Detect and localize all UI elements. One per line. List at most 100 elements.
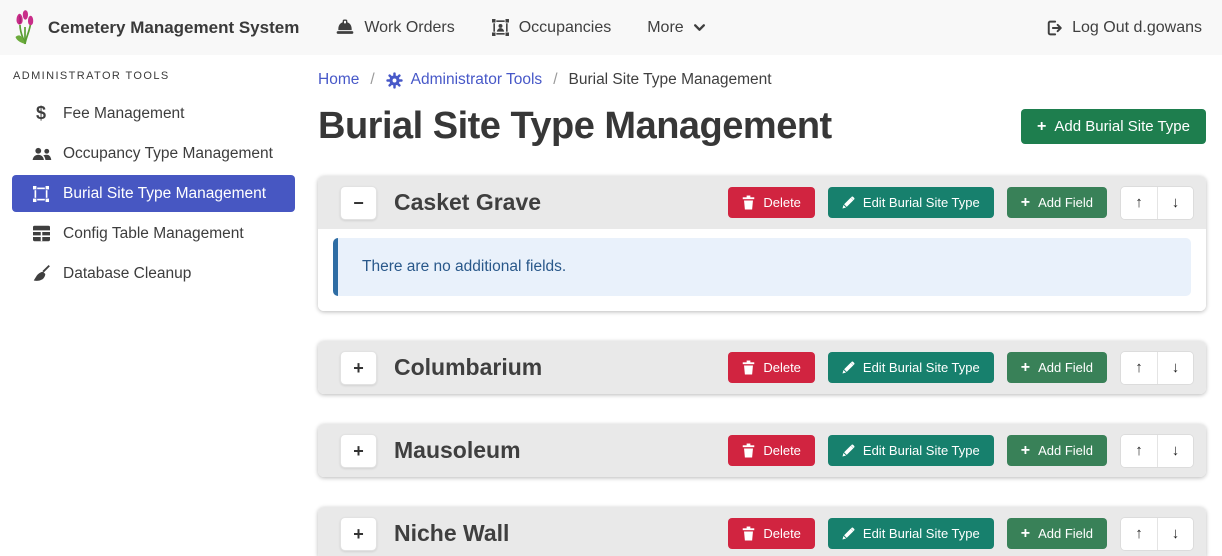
move-up-button[interactable]: ↑ xyxy=(1121,435,1157,467)
sidebar-item-config-table-management[interactable]: Config Table Management xyxy=(12,215,295,252)
breadcrumb-home-link[interactable]: Home xyxy=(318,71,359,89)
plus-icon: + xyxy=(1021,197,1030,208)
vector-square-icon xyxy=(29,185,53,203)
people-icon xyxy=(29,146,53,162)
panel-header: − Casket Grave Delete xyxy=(318,176,1206,229)
add-field-button[interactable]: + Add Field xyxy=(1007,352,1107,383)
add-field-button[interactable]: + Add Field xyxy=(1007,187,1107,218)
sidebar-item-label: Config Table Management xyxy=(63,225,244,243)
edit-label: Edit Burial Site Type xyxy=(863,526,980,541)
breadcrumb-admin-tools-label: Administrator Tools xyxy=(411,71,543,89)
plus-icon: + xyxy=(1021,445,1030,456)
table-icon xyxy=(29,225,53,242)
plus-icon: + xyxy=(1037,121,1046,132)
edit-burial-site-type-button[interactable]: Edit Burial Site Type xyxy=(828,352,994,383)
move-up-button[interactable]: ↑ xyxy=(1121,187,1157,219)
edit-burial-site-type-button[interactable]: Edit Burial Site Type xyxy=(828,187,994,218)
sidebar-item-label: Burial Site Type Management xyxy=(63,185,266,203)
nav-more-label: More xyxy=(647,19,683,37)
chevron-down-icon xyxy=(693,21,706,34)
add-field-label: Add Field xyxy=(1038,360,1093,375)
panel-actions: Delete Edit Burial Site Type xyxy=(728,351,1194,385)
sidebar-item-burial-site-type-management[interactable]: Burial Site Type Management xyxy=(12,175,295,212)
page-title: Burial Site Type Management xyxy=(318,101,832,152)
breadcrumb-separator: / xyxy=(370,71,374,89)
main-content: Home / Administrator Tools xyxy=(300,55,1222,556)
gear-icon xyxy=(386,72,403,89)
nav-work-orders[interactable]: Work Orders xyxy=(335,19,454,37)
move-down-button[interactable]: ↓ xyxy=(1157,435,1193,467)
sidebar: ADMINISTRATOR TOOLS $ Fee Management Occ… xyxy=(0,55,300,556)
edit-label: Edit Burial Site Type xyxy=(863,360,980,375)
delete-label: Delete xyxy=(763,443,801,458)
move-up-button[interactable]: ↑ xyxy=(1121,518,1157,550)
broom-icon xyxy=(29,264,53,283)
trash-icon xyxy=(742,443,755,458)
edit-burial-site-type-button[interactable]: Edit Burial Site Type xyxy=(828,435,994,466)
sidebar-item-label: Occupancy Type Management xyxy=(63,145,273,163)
expand-toggle-button[interactable]: + xyxy=(340,351,377,385)
breadcrumb-separator: / xyxy=(553,71,557,89)
panel-header: + Niche Wall Delete xyxy=(318,507,1206,556)
delete-button[interactable]: Delete xyxy=(728,187,815,218)
add-burial-site-type-button[interactable]: + Add Burial Site Type xyxy=(1021,109,1206,144)
trash-icon xyxy=(742,360,755,375)
plus-icon: + xyxy=(1021,528,1030,539)
breadcrumb-admin-tools-link[interactable]: Administrator Tools xyxy=(386,71,543,89)
panel-header: + Columbarium Delete xyxy=(318,341,1206,394)
sidebar-item-label: Fee Management xyxy=(63,105,185,123)
logout-icon xyxy=(1045,19,1063,37)
delete-button[interactable]: Delete xyxy=(728,435,815,466)
edit-label: Edit Burial Site Type xyxy=(863,195,980,210)
occupancy-frame-icon xyxy=(491,18,510,37)
add-field-button[interactable]: + Add Field xyxy=(1007,518,1107,549)
reorder-button-group: ↑ ↓ xyxy=(1120,517,1194,551)
delete-button[interactable]: Delete xyxy=(728,352,815,383)
hard-hat-icon xyxy=(335,19,355,36)
nav-occupancies-label: Occupancies xyxy=(519,19,612,37)
delete-label: Delete xyxy=(763,195,801,210)
nav-more[interactable]: More xyxy=(647,19,705,37)
delete-button[interactable]: Delete xyxy=(728,518,815,549)
expand-toggle-button[interactable]: + xyxy=(340,434,377,468)
delete-label: Delete xyxy=(763,526,801,541)
add-burial-site-type-label: Add Burial Site Type xyxy=(1054,118,1190,135)
pencil-icon xyxy=(842,196,855,209)
pencil-icon xyxy=(842,527,855,540)
move-down-button[interactable]: ↓ xyxy=(1157,187,1193,219)
move-down-button[interactable]: ↓ xyxy=(1157,518,1193,550)
panel-actions: Delete Edit Burial Site Type xyxy=(728,517,1194,551)
add-field-button[interactable]: + Add Field xyxy=(1007,435,1107,466)
sidebar-item-database-cleanup[interactable]: Database Cleanup xyxy=(12,255,295,292)
trash-icon xyxy=(742,526,755,541)
collapse-toggle-button[interactable]: − xyxy=(340,186,377,220)
move-up-button[interactable]: ↑ xyxy=(1121,352,1157,384)
app-logo-tulips-icon[interactable] xyxy=(12,10,38,46)
panel-actions: Delete Edit Burial Site Type xyxy=(728,186,1194,220)
add-field-label: Add Field xyxy=(1038,195,1093,210)
sidebar-item-label: Database Cleanup xyxy=(63,265,191,283)
nav-work-orders-label: Work Orders xyxy=(364,19,454,37)
panel-niche-wall: + Niche Wall Delete xyxy=(318,507,1206,556)
add-field-label: Add Field xyxy=(1038,526,1093,541)
top-navbar: Cemetery Management System Work Orders xyxy=(0,0,1222,55)
move-down-button[interactable]: ↓ xyxy=(1157,352,1193,384)
delete-label: Delete xyxy=(763,360,801,375)
expand-toggle-button[interactable]: + xyxy=(340,517,377,551)
edit-burial-site-type-button[interactable]: Edit Burial Site Type xyxy=(828,518,994,549)
panel-casket-grave: − Casket Grave Delete xyxy=(318,176,1206,311)
logout-button[interactable]: Log Out d.gowans xyxy=(1045,19,1202,37)
sidebar-item-occupancy-type-management[interactable]: Occupancy Type Management xyxy=(12,135,295,172)
breadcrumb-current: Burial Site Type Management xyxy=(569,71,772,89)
panel-header: + Mausoleum Delete xyxy=(318,424,1206,477)
panel-mausoleum: + Mausoleum Delete xyxy=(318,424,1206,477)
sidebar-item-fee-management[interactable]: $ Fee Management xyxy=(12,95,295,132)
panel-title: Columbarium xyxy=(394,354,542,381)
pencil-icon xyxy=(842,444,855,457)
app-title: Cemetery Management System xyxy=(48,18,299,38)
add-field-label: Add Field xyxy=(1038,443,1093,458)
nav-occupancies[interactable]: Occupancies xyxy=(491,18,612,37)
panel-title: Casket Grave xyxy=(394,189,541,216)
reorder-button-group: ↑ ↓ xyxy=(1120,351,1194,385)
logout-label: Log Out d.gowans xyxy=(1072,19,1202,37)
